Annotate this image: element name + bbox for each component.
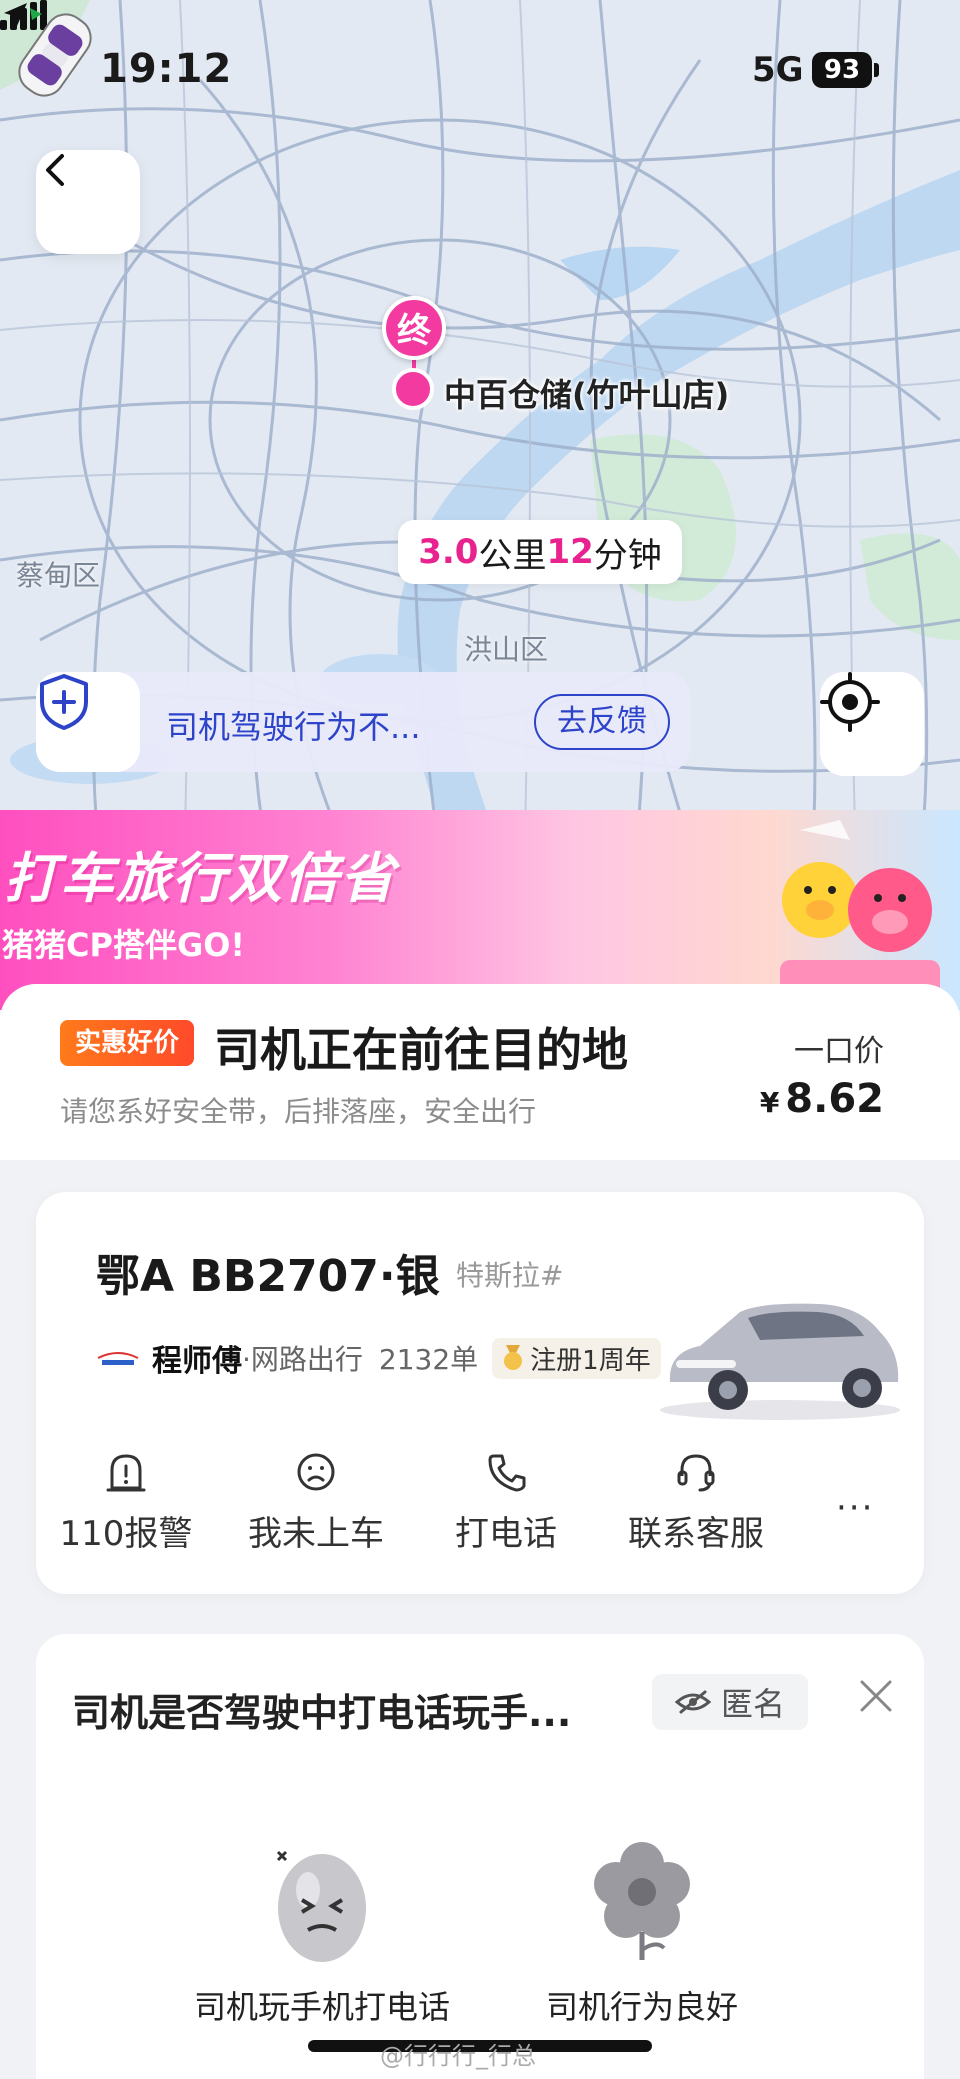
driver-actions: 110报警 我未上车 打电话 联系客服 ··· — [36, 1448, 924, 1568]
phone-icon — [488, 1454, 526, 1492]
sad-face-icon — [297, 1453, 335, 1491]
anonymous-label: 匿名 — [720, 1685, 785, 1723]
crosshair-icon — [820, 672, 880, 732]
pig-mascot-icon — [780, 820, 940, 1010]
back-button[interactable] — [36, 150, 140, 254]
safety-shield-wrap — [36, 672, 140, 772]
anonymous-toggle[interactable]: 匿名 — [652, 1674, 808, 1730]
egg-face-icon — [276, 1850, 366, 1962]
battery-level: 93 — [812, 52, 872, 88]
flower-icon — [594, 1842, 690, 1960]
choice-good-behavior[interactable]: 司机行为良好 — [502, 1834, 782, 2028]
price-amount: 8.62 — [785, 1076, 884, 1122]
not-boarded-button[interactable]: 我未上车 — [226, 1448, 406, 1555]
anniversary-label: 注册1周年 — [530, 1345, 651, 1376]
car-model: 特斯拉# — [456, 1259, 564, 1292]
price-label: 一口价 — [794, 1034, 884, 1069]
deal-badge: 实惠好价 — [60, 1020, 194, 1066]
police-call-label: 110报警 — [59, 1514, 193, 1554]
anniversary-badge: 注册1周年 — [492, 1337, 661, 1379]
end-pin: 终 — [382, 296, 446, 360]
more-button[interactable]: ··· — [836, 1488, 874, 1528]
promo-title: 打车旅行双倍省 — [4, 847, 396, 910]
survey-card: 司机是否驾驶中打电话玩手... 匿名 司机玩手机打电话 司机行为良好 — [36, 1634, 924, 2079]
driver-card: 鄂A BB2707·银 特斯拉# 程师傅 ·网路出行 2132单 注册1周年 1… — [36, 1192, 924, 1594]
call-driver-button[interactable]: 打电话 — [416, 1448, 596, 1555]
police-call-button[interactable]: 110报警 — [36, 1448, 216, 1555]
price-value: ¥8.62 — [760, 1076, 884, 1122]
price-currency: ¥ — [759, 1086, 780, 1119]
driver-orders: 2132单 — [378, 1343, 479, 1376]
eta-time-unit: 分钟 — [593, 535, 662, 576]
car-marker-icon — [18, 8, 92, 97]
survey-question: 司机是否驾驶中打电话玩手... — [72, 1691, 572, 1735]
destination-dot — [392, 368, 434, 410]
driver-name: 程师傅 — [152, 1344, 242, 1379]
eta-distance: 3.0 — [418, 532, 479, 572]
alert-icon — [106, 1454, 146, 1492]
destination-label: 中百仓储(竹叶山店) — [444, 376, 730, 414]
call-driver-label: 打电话 — [455, 1514, 557, 1554]
medal-icon — [504, 1345, 523, 1370]
eye-slash-icon — [674, 1690, 711, 1714]
trip-status-title: 司机正在前往目的地 — [214, 1023, 628, 1077]
status-time: 19:12 — [100, 46, 233, 92]
not-boarded-label: 我未上车 — [248, 1514, 384, 1554]
customer-service-label: 联系客服 — [628, 1514, 764, 1554]
trip-status-subtitle: 请您系好安全带，后排落座，安全出行 — [60, 1095, 537, 1128]
status-bar: 19:12 5G 93 — [0, 0, 960, 140]
choice-phone-use-label: 司机玩手机打电话 — [193, 1988, 450, 2026]
locate-button[interactable] — [820, 672, 924, 776]
license-plate: 鄂A BB2707·银 — [96, 1251, 440, 1302]
watermark: @行行行_行总 — [380, 2042, 536, 2070]
car-image — [660, 1303, 900, 1420]
eta-pill: 3.0 公里 12 分钟 — [398, 520, 682, 584]
promo-subtitle: 猪猪CP搭伴GO! — [2, 926, 246, 964]
company-logo-icon — [97, 1352, 139, 1365]
customer-service-button[interactable]: 联系客服 — [606, 1448, 786, 1555]
eta-distance-unit: 公里 — [478, 535, 547, 576]
driver-platform: ·网路出行 — [242, 1343, 363, 1376]
district-label-caidian: 蔡甸区 — [16, 559, 101, 592]
safety-text: 司机驾驶行为不... — [166, 708, 421, 746]
shield-plus-icon — [40, 674, 88, 730]
district-label-hongshan: 洪山区 — [464, 633, 549, 666]
chevron-left-icon — [46, 154, 64, 186]
close-icon[interactable] — [854, 1674, 898, 1718]
driver-info-row: 程师傅 ·网路出行 2132单 注册1周年 — [96, 1336, 661, 1380]
choice-good-behavior-label: 司机行为良好 — [545, 1988, 738, 2026]
battery-tip — [874, 63, 879, 77]
eta-time: 12 — [546, 532, 594, 572]
headset-icon — [677, 1454, 715, 1492]
feedback-button[interactable]: 去反馈 — [534, 694, 670, 750]
network-type: 5G — [752, 50, 804, 90]
safety-bar[interactable]: 司机驾驶行为不... 去反馈 — [36, 672, 690, 772]
choice-phone-use[interactable]: 司机玩手机打电话 — [182, 1834, 462, 2028]
promo-banner[interactable]: 打车旅行双倍省 猪猪CP搭伴GO! — [0, 810, 960, 1010]
